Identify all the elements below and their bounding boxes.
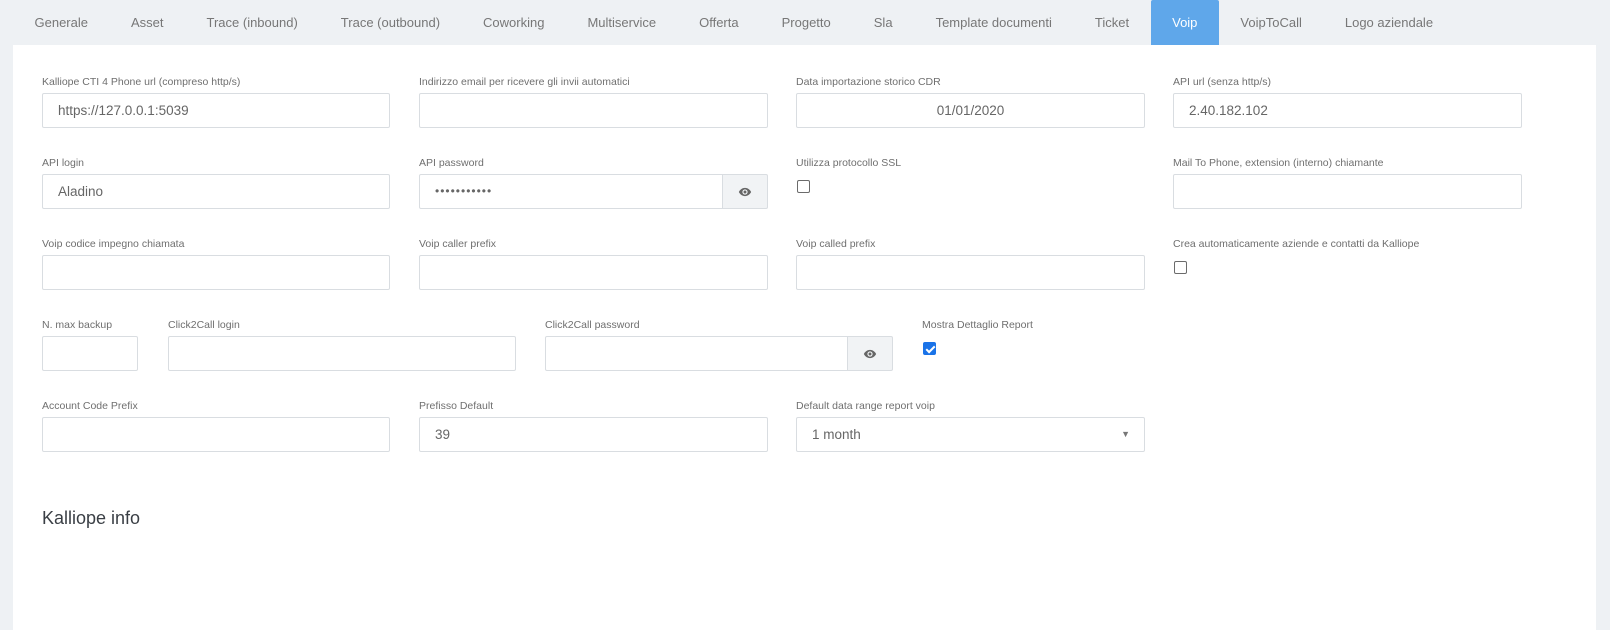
tab-voip[interactable]: Voip: [1150, 0, 1219, 45]
ssl-label: Utilizza protocollo SSL: [796, 157, 902, 169]
data-cdr-input[interactable]: 01/01/2020: [796, 93, 1145, 128]
tab-coworking[interactable]: Coworking: [462, 0, 566, 45]
data-range-label: Default data range report voip: [796, 400, 935, 412]
kalliope-url-label: Kalliope CTI 4 Phone url (compreso http/…: [42, 76, 241, 88]
caller-prefix-label: Voip caller prefix: [419, 238, 497, 250]
api-url-input[interactable]: 2.40.182.102: [1173, 93, 1522, 128]
dettaglio-report-field: Mostra Dettaglio Report: [922, 318, 1222, 355]
prefisso-default-input[interactable]: 39: [419, 417, 768, 452]
tab-offerta[interactable]: Offerta: [678, 0, 761, 45]
caret-down-icon: ▼: [1121, 429, 1130, 439]
ssl-checkbox[interactable]: [797, 180, 810, 193]
codice-impegno-input[interactable]: [42, 255, 390, 290]
crea-auto-checkbox[interactable]: [1174, 261, 1187, 274]
mail-to-phone-input[interactable]: [1173, 174, 1522, 209]
tab-ticket[interactable]: Ticket: [1073, 0, 1150, 45]
crea-auto-field: Crea automaticamente aziende e contatti …: [1173, 237, 1522, 274]
tab-template-documenti[interactable]: Template documenti: [914, 0, 1073, 45]
ssl-field: Utilizza protocollo SSL: [796, 156, 1145, 193]
max-backup-input[interactable]: [42, 336, 138, 371]
api-login-input[interactable]: Aladino: [42, 174, 390, 209]
prefisso-default-field: Prefisso Default 39: [419, 399, 768, 452]
data-range-select[interactable]: 1 month ▼: [796, 417, 1145, 452]
c2c-login-label: Click2Call login: [168, 319, 240, 331]
account-code-prefix-label: Account Code Prefix: [42, 400, 138, 412]
caller-prefix-field: Voip caller prefix: [419, 237, 768, 290]
show-api-password-button[interactable]: [723, 174, 768, 209]
tab-generale[interactable]: Generale: [13, 0, 109, 45]
dettaglio-report-label: Mostra Dettaglio Report: [922, 319, 1033, 331]
mail-to-phone-field: Mail To Phone, extension (interno) chiam…: [1173, 156, 1522, 209]
crea-auto-label: Crea automaticamente aziende e contatti …: [1173, 238, 1420, 250]
email-invii-field: Indirizzo email per ricevere gli invii a…: [419, 75, 768, 128]
api-login-label: API login: [42, 157, 85, 169]
caller-prefix-input[interactable]: [419, 255, 768, 290]
voip-settings-panel: Kalliope CTI 4 Phone url (compreso http/…: [13, 45, 1596, 630]
tab-bar: Generale Asset Trace (inbound) Trace (ou…: [13, 0, 1610, 45]
data-range-value: 1 month: [812, 427, 861, 442]
kalliope-url-field: Kalliope CTI 4 Phone url (compreso http/…: [42, 75, 390, 128]
account-code-prefix-input[interactable]: [42, 417, 390, 452]
api-login-field: API login Aladino: [42, 156, 390, 209]
tab-trace-inbound[interactable]: Trace (inbound): [185, 0, 319, 45]
c2c-password-input[interactable]: [545, 336, 848, 371]
mail-to-phone-label: Mail To Phone, extension (interno) chiam…: [1173, 157, 1384, 169]
c2c-login-field: Click2Call login: [168, 318, 516, 371]
c2c-password-group: [545, 336, 893, 371]
tab-sla[interactable]: Sla: [852, 0, 914, 45]
api-password-input[interactable]: •••••••••••: [419, 174, 723, 209]
api-url-field: API url (senza http/s) 2.40.182.102: [1173, 75, 1522, 128]
api-password-group: •••••••••••: [419, 174, 768, 209]
c2c-login-input[interactable]: [168, 336, 516, 371]
tab-logo-aziendale[interactable]: Logo aziendale: [1323, 0, 1454, 45]
eye-icon: [738, 187, 752, 196]
prefisso-default-label: Prefisso Default: [419, 400, 494, 412]
dettaglio-report-checkbox[interactable]: [923, 342, 936, 355]
max-backup-field: N. max backup: [42, 318, 138, 371]
email-invii-input[interactable]: [419, 93, 768, 128]
kalliope-url-input[interactable]: https://127.0.0.1:5039: [42, 93, 390, 128]
tab-asset[interactable]: Asset: [109, 0, 185, 45]
kalliope-info-heading: Kalliope info: [42, 508, 141, 528]
tab-trace-outbound[interactable]: Trace (outbound): [319, 0, 461, 45]
codice-impegno-label: Voip codice impegno chiamata: [42, 238, 185, 250]
data-cdr-field: Data importazione storico CDR 01/01/2020: [796, 75, 1145, 128]
called-prefix-field: Voip called prefix: [796, 237, 1145, 290]
tab-voiptocall[interactable]: VoipToCall: [1219, 0, 1323, 45]
api-password-field: API password •••••••••••: [419, 156, 768, 209]
c2c-password-label: Click2Call password: [545, 319, 640, 331]
tab-progetto[interactable]: Progetto: [760, 0, 852, 45]
show-c2c-password-button[interactable]: [848, 336, 893, 371]
c2c-password-field: Click2Call password: [545, 318, 893, 371]
email-invii-label: Indirizzo email per ricevere gli invii a…: [419, 76, 630, 88]
api-url-label: API url (senza http/s): [1173, 76, 1272, 88]
eye-icon: [863, 349, 877, 358]
account-code-prefix-field: Account Code Prefix: [42, 399, 390, 452]
data-range-field: Default data range report voip 1 month ▼: [796, 399, 1145, 452]
api-password-label: API password: [419, 157, 484, 169]
max-backup-label: N. max backup: [42, 319, 113, 331]
called-prefix-input[interactable]: [796, 255, 1145, 290]
codice-impegno-field: Voip codice impegno chiamata: [42, 237, 390, 290]
called-prefix-label: Voip called prefix: [796, 238, 876, 250]
data-cdr-label: Data importazione storico CDR: [796, 76, 941, 88]
tab-multiservice[interactable]: Multiservice: [566, 0, 678, 45]
